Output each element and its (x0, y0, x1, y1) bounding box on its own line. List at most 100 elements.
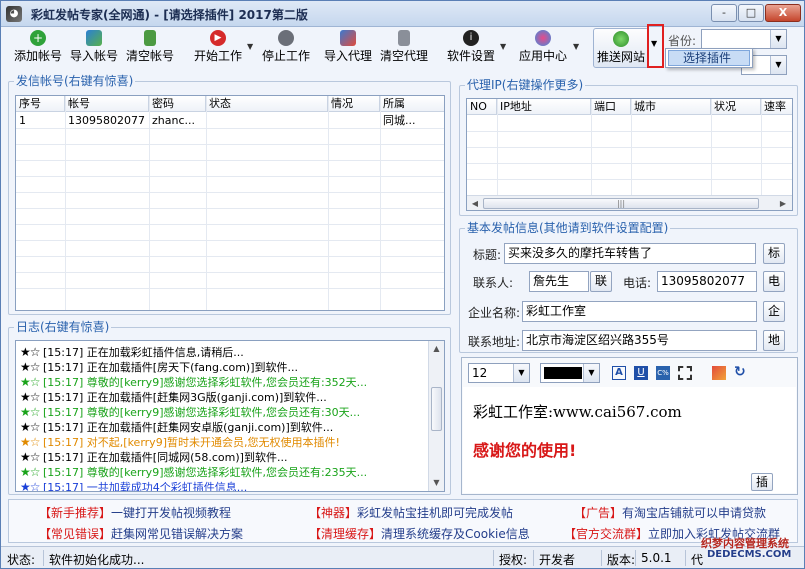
company-input[interactable]: 彩虹工作室 (522, 301, 757, 322)
log-text: [15:17] 正在加载插件[赶集网3G版(ganji.com)]到软件... (43, 391, 327, 404)
accounts-table[interactable]: 序号 帐号 密码 状态 情况 所属 1 13095802077 zhanc...… (15, 95, 445, 311)
scroll-down-icon[interactable]: ▼ (429, 475, 444, 491)
basic-info-group: 基本发帖信息(其他请到软件设置配置) 标题: 买来没多久的摩托车转售了 标 联系… (459, 221, 798, 353)
start-work-button[interactable]: ▶ 开始工作 (191, 28, 245, 68)
editor-content[interactable]: 彩虹工作室:www.cai567.com 感谢您的使用! 插 (463, 387, 796, 493)
scroll-up-icon[interactable]: ▲ (429, 341, 444, 357)
col-header-ip[interactable]: IP地址 (497, 99, 591, 115)
image-icon[interactable] (712, 366, 726, 380)
col-header-condition[interactable]: 状况 (711, 99, 761, 115)
start-work-dropdown-icon[interactable]: ▼ (247, 42, 253, 51)
play-icon: ▶ (210, 30, 226, 46)
underline-icon[interactable]: U (634, 366, 648, 380)
grid-line (467, 179, 792, 180)
refresh-icon[interactable]: ↻ (734, 364, 746, 380)
title-button[interactable]: 标 (763, 243, 785, 264)
title-input[interactable]: 买来没多久的摩托车转售了 (504, 243, 756, 264)
divider (685, 550, 686, 566)
col-header-password[interactable]: 密码 (149, 96, 206, 112)
import-icon (86, 30, 102, 46)
table-row[interactable]: 1 13095802077 zhanc... 同城... (16, 113, 444, 128)
cell-account: 13095802077 (68, 114, 145, 127)
divider (43, 550, 44, 566)
status-bar: 状态: 软件初始化成功... 授权: 开发者 版本: 5.0.1 代 织梦内容管… (1, 537, 804, 568)
proxy-horizontal-scrollbar[interactable]: ◀ ||| ▶ (467, 195, 792, 210)
col-header-belongs[interactable]: 所属 (380, 96, 444, 112)
log-text: [15:17] 正在加载插件[赶集网安卓版(ganji.com)]到软件... (43, 421, 334, 434)
promo-link-ad[interactable]: 【广告】有淘宝店铺就可以申请贷款 (574, 504, 766, 521)
star-icon: ★☆ (20, 465, 40, 479)
scroll-right-icon[interactable]: ▶ (775, 196, 791, 210)
insert-button[interactable]: 插 (751, 473, 773, 491)
grid-line (16, 160, 444, 161)
col-header-situation[interactable]: 情况 (328, 96, 380, 112)
font-icon[interactable]: A (612, 366, 626, 380)
promo-link-errors[interactable]: 【常见错误】赶集网常见错误解决方案 (39, 525, 243, 542)
app-center-dropdown-icon[interactable]: ▼ (573, 42, 579, 51)
log-list[interactable]: ★☆ [15:17] 正在加载彩虹插件信息,请稍后... ★☆ [15:17] … (15, 340, 445, 492)
col-header-city[interactable]: 城市 (631, 99, 711, 115)
log-text: [15:17] 正在加载插件[房天下(fang.com)]到软件... (43, 361, 299, 374)
col-header-account[interactable]: 帐号 (65, 96, 149, 112)
contact-button[interactable]: 联 (590, 271, 612, 292)
push-site-dropdown-icon[interactable]: ▼ (651, 39, 657, 48)
menu-item-select-plugin[interactable]: 选择插件 (668, 50, 750, 66)
info-icon: i (463, 30, 479, 46)
scroll-thumb[interactable] (431, 387, 442, 431)
grid-line (16, 176, 444, 177)
settings-dropdown-icon[interactable]: ▼ (500, 42, 506, 51)
scroll-thumb[interactable]: ||| (483, 198, 759, 209)
promo-bar: 【新手推荐】一键打开发帖视频教程 【神器】彩虹发帖宝挂机即可完成发帖 【广告】有… (8, 499, 798, 543)
maximize-button[interactable]: □ (738, 4, 764, 22)
stop-work-button[interactable]: 停止工作 (259, 28, 313, 68)
log-text: [15:17] 尊敬的[kerry9]感谢您选择彩虹软件,您会员还有:235天.… (43, 466, 368, 479)
address-input[interactable]: 北京市海淀区绍兴路355号 (522, 330, 757, 351)
promo-link-clear-cache[interactable]: 【清理缓存】清理系统缓存及Cookie信息 (309, 525, 530, 542)
divider (493, 550, 494, 566)
auth-value: 开发者 (539, 553, 576, 567)
phone-input[interactable]: 13095802077 (657, 271, 757, 292)
star-icon: ★☆ (20, 390, 40, 404)
minimize-button[interactable]: - (711, 4, 737, 22)
push-site-button[interactable]: 推送网站 (593, 28, 649, 68)
add-account-button[interactable]: + 添加帐号 (13, 28, 63, 68)
col-header-speed[interactable]: 速率 (761, 99, 792, 115)
clear-account-button[interactable]: 清空帐号 (125, 28, 175, 68)
proxy-table[interactable]: NO IP地址 端口 城市 状况 速率 ◀ ||| ▶ (466, 98, 793, 211)
address-button[interactable]: 地 (763, 330, 785, 351)
col-header-no[interactable]: NO (467, 99, 497, 115)
star-icon: ★☆ (20, 435, 40, 449)
clear-proxy-button[interactable]: 清空代理 (377, 28, 431, 68)
phone-button[interactable]: 电 (763, 271, 785, 292)
push-site-dropdown-highlight[interactable]: ▼ (647, 24, 664, 68)
clear-proxy-label: 清空代理 (379, 49, 428, 63)
editor-line-2: 感谢您的使用! (473, 441, 577, 460)
import-proxy-button[interactable]: 导入代理 (321, 28, 375, 68)
col-header-status[interactable]: 状态 (206, 96, 328, 112)
contact-input[interactable]: 詹先生 (529, 271, 589, 292)
log-vertical-scrollbar[interactable]: ▲ ▼ (428, 341, 444, 491)
grid-line (16, 288, 444, 289)
version-label: 版本: (607, 553, 636, 567)
font-color-select[interactable]: ▼ (540, 363, 600, 383)
import-account-button[interactable]: 导入帐号 (69, 28, 119, 68)
col-header-index[interactable]: 序号 (16, 96, 65, 112)
province-select[interactable]: ▼ (701, 29, 787, 49)
company-button[interactable]: 企 (763, 301, 785, 322)
clear-format-icon[interactable]: C% (656, 366, 670, 380)
start-work-label: 开始工作 (193, 49, 242, 63)
app-center-button[interactable]: 应用中心 (517, 28, 569, 68)
app-center-icon (535, 30, 551, 46)
close-button[interactable]: X (765, 4, 801, 22)
promo-link-tool[interactable]: 【神器】彩虹发帖宝挂机即可完成发帖 (309, 504, 513, 521)
settings-button[interactable]: i 软件设置 (445, 28, 497, 68)
font-size-select[interactable]: 12 ▼ (468, 363, 530, 383)
address-label: 联系地址: (468, 335, 521, 349)
col-header-port[interactable]: 端口 (591, 99, 631, 115)
star-icon: ★☆ (20, 405, 40, 419)
version-value: 5.0.1 (641, 551, 672, 565)
trash-icon (144, 30, 156, 46)
crop-icon[interactable] (678, 366, 692, 380)
scroll-left-icon[interactable]: ◀ (467, 196, 483, 210)
promo-link-tutorial[interactable]: 【新手推荐】一键打开发帖视频教程 (39, 504, 231, 521)
